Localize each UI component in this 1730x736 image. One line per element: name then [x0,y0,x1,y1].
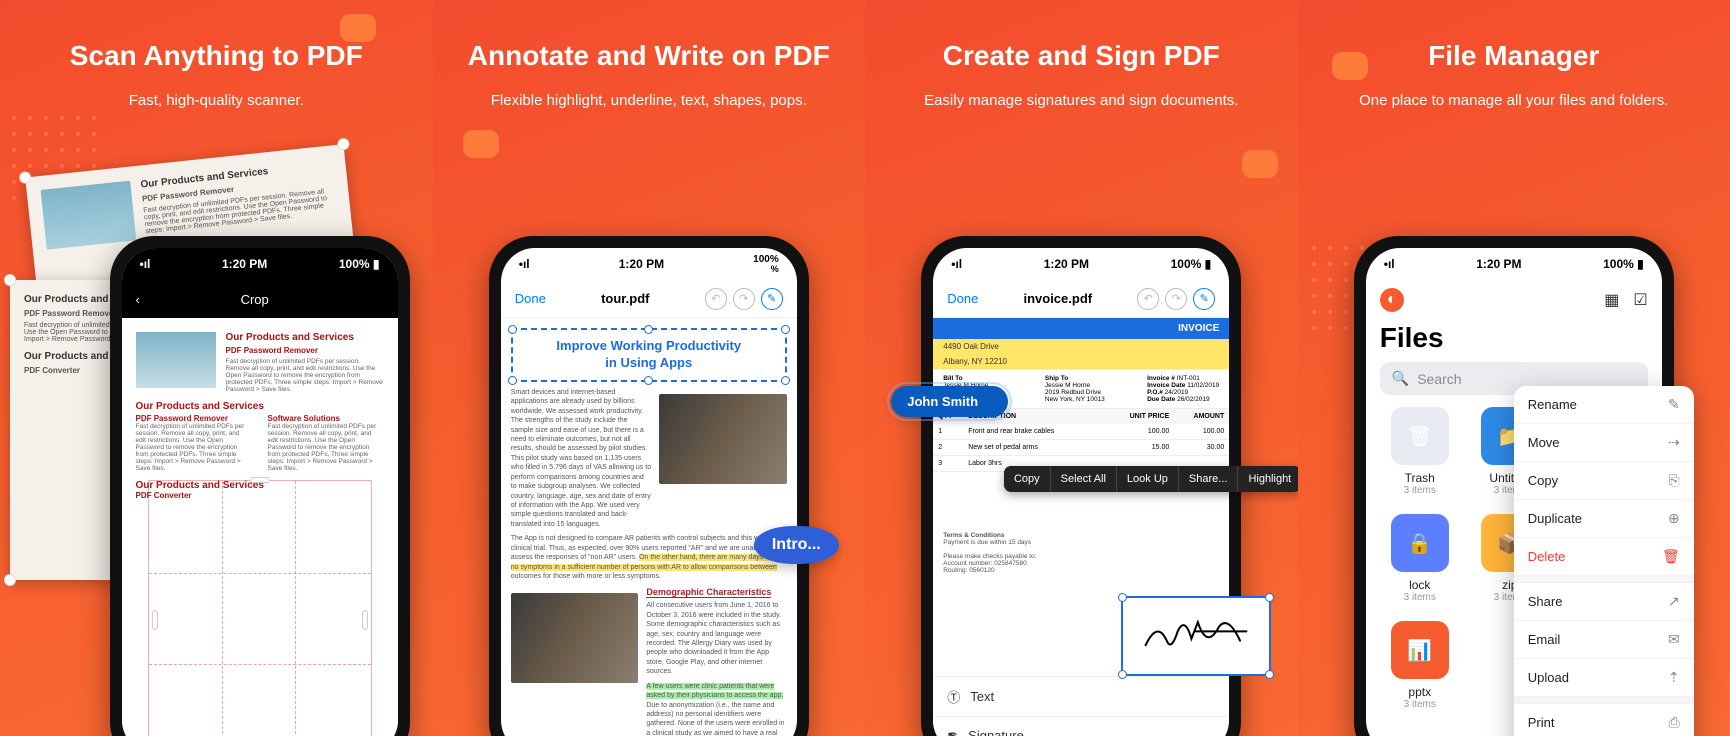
panel-title: Annotate and Write on PDF [433,40,866,72]
selection-tooltip: Copy Select All Look Up Share... Highlig… [1004,466,1298,492]
crop-handle[interactable] [362,610,368,630]
status-bar: •ıl 1:20 PM 100%% [501,248,797,280]
highlight-green[interactable]: A few users were clinic patients that we… [646,683,783,699]
search-placeholder: Search [1417,371,1461,387]
undo-icon[interactable]: ↶ [705,288,727,310]
undo-icon[interactable]: ↶ [1137,288,1159,310]
menu-item-copy[interactable]: Copy⎘ [1514,462,1694,500]
crop-box[interactable] [148,480,372,736]
action-signature[interactable]: ✒Signature [933,717,1229,736]
crop-handle[interactable] [250,477,270,483]
phone-mockup: John Smith Copy Select All Look Up Share… [921,236,1241,736]
pen-active-icon[interactable]: ✎ [761,288,783,310]
highlighted-address[interactable]: 4490 Oak Drive [933,339,1229,354]
nav-bar: Done invoice.pdf ↶ ↷ ✎ [933,280,1229,318]
back-icon[interactable]: ‹ [136,292,140,307]
done-button[interactable]: Done [947,291,978,306]
phone-mockup: Rename✎Move⇢Copy⎘Duplicate⊕Delete🗑Share↗… [1354,236,1674,736]
app-logo-icon: ◐ [1380,288,1404,312]
menu-item-email[interactable]: Email✉ [1514,621,1694,659]
signature-icon: ✒ [947,727,958,736]
file-name: invoice.pdf [1023,291,1092,306]
menu-item-share[interactable]: Share↗ [1514,583,1694,621]
pen-active-icon[interactable]: ✎ [1193,288,1215,310]
action-text[interactable]: ⓉText [933,677,1229,717]
nav-title: Crop [241,292,269,307]
text-icon: Ⓣ [947,687,960,706]
document-image [511,593,639,683]
grid-view-icon[interactable]: ▦ [1604,290,1619,310]
table-row: 1Front and rear brake cables100.00100.00 [933,424,1229,440]
tooltip-share[interactable]: Share... [1179,466,1239,492]
menu-item-move[interactable]: Move⇢ [1514,424,1694,462]
panel-subtitle: Fast, high-quality scanner. [0,90,433,113]
file-item[interactable]: 🔒lock3 items [1384,514,1456,603]
phone-mockup: •ıl 1:20 PM 100%% Done tour.pdf ↶ ↷ ✎ Im… [489,236,809,736]
status-bar: •ıl1:20 PM100% ▮ [933,248,1229,280]
highlighted-address[interactable]: Albany, NY 12210 [933,354,1229,369]
redo-icon[interactable]: ↷ [1165,288,1187,310]
select-icon[interactable]: ☑ [1633,290,1647,310]
files-title: Files [1366,320,1662,362]
status-bar: •ıl 1:20 PM 100% ▮ [122,248,398,280]
menu-item-duplicate[interactable]: Duplicate⊕ [1514,500,1694,538]
panel-subtitle: One place to manage all your files and f… [1298,90,1730,113]
table-row: 2New set of pedal arms15.0030.00 [933,440,1229,456]
file-item[interactable]: 🗑Trash3 items [1384,407,1456,496]
panel-title: Scan Anything to PDF [0,40,433,72]
signature-box[interactable] [1121,596,1271,676]
done-button[interactable]: Done [515,291,546,306]
signal-icon: •ıl [140,257,151,271]
nav-bar: Done tour.pdf ↶ ↷ ✎ [501,280,797,318]
panel-file-manager: File Manager One place to manage all you… [1298,0,1730,736]
document-image [659,394,787,484]
panel-subtitle: Easily manage signatures and sign docume… [865,90,1298,113]
signal-icon: •ıl [519,257,530,271]
menu-item-upload[interactable]: Upload⇡ [1514,659,1694,697]
invoice-header: INVOICE [933,318,1229,339]
panel-title: File Manager [1298,40,1730,72]
panel-title: Create and Sign PDF [865,40,1298,72]
tooltip-select-all[interactable]: Select All [1051,466,1117,492]
tooltip-lookup[interactable]: Look Up [1117,466,1179,492]
panel-subtitle: Flexible highlight, underline, text, sha… [433,90,866,113]
status-time: 1:20 PM [222,257,267,271]
annotation-popup[interactable]: Intro... [754,526,839,564]
panel-sign: Create and Sign PDF Easily manage signat… [865,0,1298,736]
redo-icon[interactable]: ↷ [733,288,755,310]
menu-item-rename[interactable]: Rename✎ [1514,386,1694,424]
status-bar: •ıl1:20 PM100% ▮ [1366,248,1662,280]
file-item[interactable]: 📊pptx3 items [1384,621,1456,710]
text-annotation-box[interactable]: Improve Working Productivityin Using App… [511,328,787,382]
menu-item-delete[interactable]: Delete🗑 [1514,538,1694,576]
menu-item-print[interactable]: Print⎙ [1514,704,1694,736]
tooltip-copy[interactable]: Copy [1004,466,1051,492]
panel-annotate: Annotate and Write on PDF Flexible highl… [433,0,866,736]
panel-scan: Scan Anything to PDF Fast, high-quality … [0,0,433,736]
file-name: tour.pdf [601,291,649,306]
context-menu: Rename✎Move⇢Copy⎘Duplicate⊕Delete🗑 Share↗… [1514,386,1694,736]
signer-name-badge: John Smith [891,386,1008,417]
search-icon: 🔍 [1392,370,1409,387]
crop-handle[interactable] [152,610,158,630]
phone-mockup: •ıl 1:20 PM 100% ▮ ‹ Crop Our Products a… [110,236,410,736]
nav-bar: ‹ Crop [122,280,398,318]
tooltip-highlight[interactable]: Highlight [1238,466,1297,492]
